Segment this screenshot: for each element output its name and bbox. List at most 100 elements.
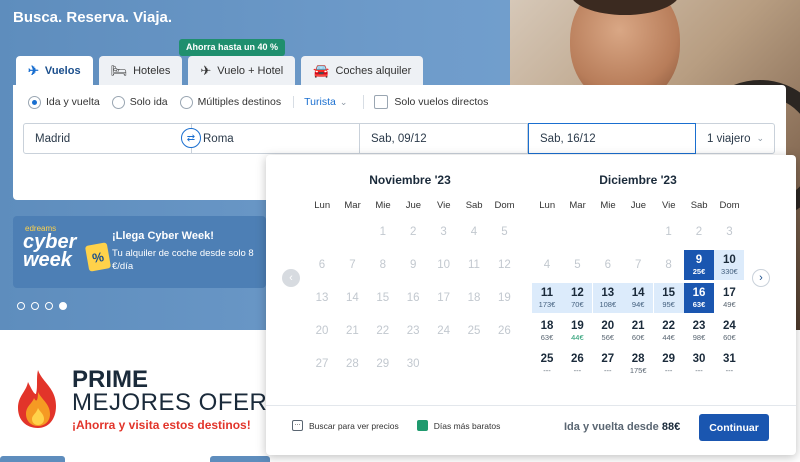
month-title-november: Noviembre '23 <box>369 173 451 187</box>
day-price: 108€ <box>599 299 617 309</box>
weekday-label: Mie <box>600 200 616 211</box>
calendar-day[interactable]: 21 60€ <box>623 316 653 346</box>
day-number: 12 <box>497 259 511 271</box>
cabin-class-select[interactable]: Turista ⌄ <box>293 96 347 108</box>
weekday-header: Lun Mar Mie Jue Vie Sab Dom <box>532 200 745 211</box>
one-way-radio[interactable]: Solo ida <box>111 95 168 109</box>
day-number: 14 <box>631 286 645 299</box>
weekday-label: Sab <box>465 200 483 211</box>
calendar-day[interactable]: 19 44€ <box>562 316 592 346</box>
hero-title: Busca. Reserva. Viaja. <box>13 9 172 26</box>
calendar-footer: ... Buscar para ver precios Días más bar… <box>266 405 796 455</box>
continue-button[interactable]: Continuar <box>699 414 769 441</box>
checkbox-label: Solo vuelos directos <box>394 96 489 108</box>
tab-car-rental[interactable]: 🚘 Coches alquiler <box>301 56 424 85</box>
banner-title: ¡Llega Cyber Week! <box>112 230 214 242</box>
day-number: 10 <box>722 253 736 266</box>
day-price: --- <box>695 365 703 375</box>
day-number: 19 <box>497 292 511 304</box>
weekday-label: Jue <box>630 200 647 211</box>
calendar-day[interactable]: 24 60€ <box>714 316 744 346</box>
calendar-day[interactable]: 12 70€ <box>562 283 593 313</box>
calendar-day[interactable]: 14 94€ <box>623 283 654 313</box>
calendar-day: 5 <box>489 217 519 247</box>
calendar-day[interactable]: 28 175€ <box>623 349 653 379</box>
day-price: --- <box>664 365 673 375</box>
day-number: 30 <box>692 352 706 365</box>
calendar-day[interactable]: 27 --- <box>593 349 623 379</box>
calendar-day[interactable]: 30 --- <box>684 349 714 379</box>
origin-field[interactable]: Madrid ⇄ <box>24 124 201 153</box>
calendar-day[interactable]: 15 95€ <box>653 283 684 313</box>
travellers-field[interactable]: 1 viajero ⌄ <box>696 124 774 153</box>
day-number: 30 <box>406 358 420 370</box>
calendar-day[interactable]: 31 --- <box>714 349 744 379</box>
day-number: 2 <box>409 226 417 238</box>
calendar-day[interactable]: 16 63€ <box>684 283 714 313</box>
calendar-day[interactable]: 25 --- <box>532 349 562 379</box>
cyber-week-banner[interactable]: edreams cyber week % ¡Llega Cyber Week! … <box>13 216 266 288</box>
day-number: 22 <box>662 319 675 332</box>
day-number: 1 <box>665 226 672 238</box>
calendar-day: 20 <box>307 316 337 346</box>
origin-value: Madrid <box>35 132 71 145</box>
destination-field[interactable]: Roma <box>192 124 360 153</box>
day-number: 17 <box>437 292 450 304</box>
calendar-day: 25 <box>459 316 489 346</box>
calendar-day[interactable]: 11 173€ <box>532 283 562 313</box>
calendar-day: 21 <box>337 316 367 346</box>
return-date-field[interactable]: Sab, 16/12 <box>528 123 696 154</box>
next-month-button[interactable]: › <box>752 269 770 287</box>
calendar-day[interactable]: 22 44€ <box>654 316 684 346</box>
calendar-day: 12 <box>489 250 519 280</box>
calendar-day: 17 <box>429 283 459 313</box>
day-number: 22 <box>376 325 390 337</box>
carousel-dot[interactable] <box>17 302 25 310</box>
day-number: 10 <box>437 259 450 271</box>
calendar-day[interactable]: 17 49€ <box>714 283 744 313</box>
day-number: 7 <box>634 259 642 271</box>
calendar-day[interactable]: 23 98€ <box>684 316 714 346</box>
calendar-day: 30 <box>398 349 428 379</box>
departure-date-field[interactable]: Sab, 09/12 <box>360 124 528 153</box>
day-number: 3 <box>440 226 447 238</box>
multi-destination-radio[interactable]: Múltiples destinos <box>179 95 281 109</box>
day-number: 13 <box>315 292 329 304</box>
swap-icon[interactable]: ⇄ <box>181 128 201 148</box>
legend-cheap-label: Días más baratos <box>433 420 501 431</box>
tab-hotels[interactable]: 🛏 Hoteles <box>98 56 183 85</box>
weekday-label: Lun <box>314 200 331 211</box>
tab-flights[interactable]: ✈ Vuelos <box>16 56 93 85</box>
calendar-day[interactable]: 26 --- <box>562 349 592 379</box>
day-number: 9 <box>409 259 417 271</box>
date-picker: ‹ › Noviembre '23 Diciembre '23 Lun Mar Mi… <box>266 155 796 455</box>
carousel-dot[interactable] <box>45 302 53 310</box>
summary-label: Ida y vuelta desde <box>564 421 659 433</box>
logo-line2: week <box>23 249 72 271</box>
prev-month-button[interactable]: ‹ <box>282 269 300 287</box>
calendar-day[interactable]: 29 --- <box>654 349 684 379</box>
round-trip-radio[interactable]: Ida y vuelta <box>28 95 100 109</box>
day-number: 15 <box>376 292 390 304</box>
day-number: 28 <box>345 358 359 370</box>
carousel-dot[interactable] <box>31 302 39 310</box>
carousel-dot-active[interactable] <box>59 302 67 310</box>
calendar-day: 10 <box>429 250 459 280</box>
calendar-day[interactable]: 20 56€ <box>593 316 623 346</box>
weekday-label: Lun <box>539 200 556 211</box>
tab-flight-hotel[interactable]: ✈ Vuelo + Hotel <box>188 56 296 85</box>
day-price: --- <box>604 365 612 375</box>
calendar-day[interactable]: 9 25€ <box>684 250 714 280</box>
return-value: Sab, 16/12 <box>540 132 596 145</box>
legend-search-label: Buscar para ver precios <box>309 420 399 431</box>
day-number: 26 <box>497 325 511 337</box>
weekday-label: Dom <box>494 200 515 211</box>
weekday-header: Lun Mar Mie Jue Vie Sab Dom <box>307 200 520 211</box>
day-price: 330€ <box>721 266 738 276</box>
calendar-day[interactable]: 18 63€ <box>532 316 562 346</box>
direct-flights-checkbox[interactable]: Solo vuelos directos <box>363 95 488 109</box>
calendar-day[interactable]: 10 330€ <box>714 250 745 280</box>
day-number: 27 <box>601 352 615 365</box>
calendar-day[interactable]: 13 108€ <box>592 283 623 313</box>
day-number: 20 <box>601 319 615 332</box>
